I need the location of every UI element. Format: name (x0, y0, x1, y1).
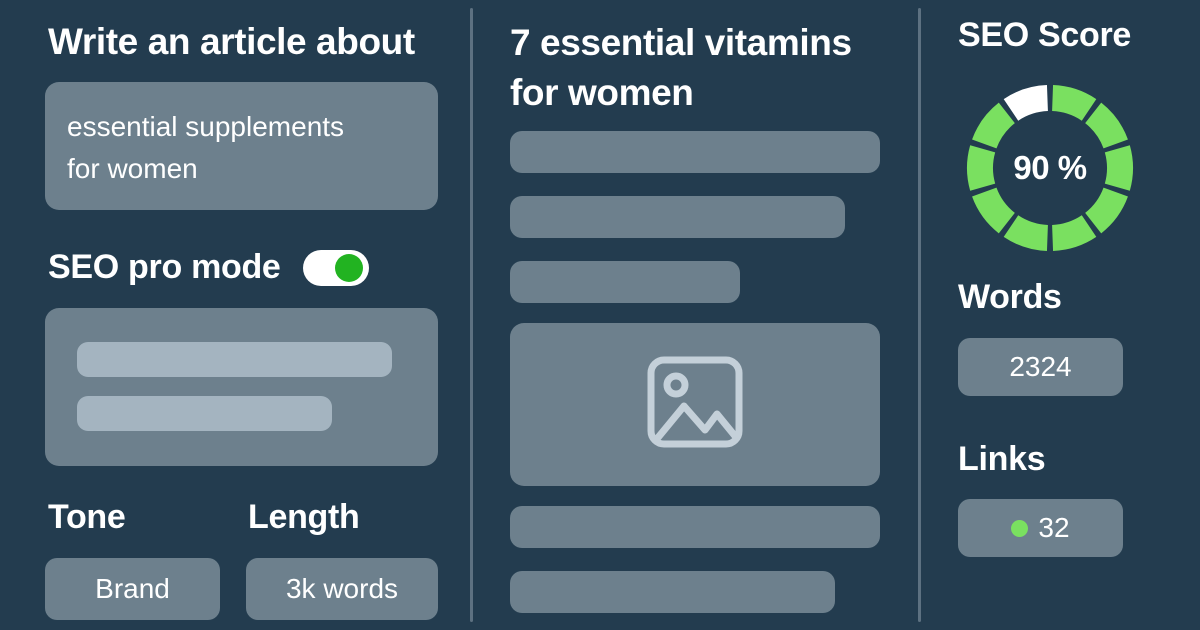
skeleton-bar (77, 396, 332, 431)
words-label: Words (958, 278, 1062, 316)
seo-pro-settings-card[interactable] (45, 308, 438, 466)
image-placeholder-icon (643, 350, 747, 459)
page-title: Write an article about (48, 21, 415, 62)
topic-input-value: essential supplements for women (67, 111, 345, 184)
article-image-block[interactable] (510, 323, 880, 486)
length-label: Length (248, 498, 360, 536)
article-preview-panel: 7 essential vitamins for women (470, 0, 918, 630)
article-title: 7 essential vitamins for women (510, 22, 852, 114)
article-text-line (510, 261, 740, 303)
toggle-knob (334, 253, 363, 282)
metrics-panel: SEO Score 90 % Words 2324 Links 32 (918, 0, 1200, 630)
article-text-line (510, 506, 880, 548)
length-value: 3k words (285, 573, 399, 604)
seo-pro-mode-label: SEO pro mode (48, 248, 281, 286)
status-dot-icon (1011, 519, 1029, 537)
tone-select[interactable]: Brand (45, 558, 220, 620)
length-select[interactable]: 3k words (246, 558, 438, 620)
skeleton-bar (77, 342, 392, 377)
links-count-badge: 32 (958, 499, 1123, 557)
app-canvas: Write an article about essential supplem… (0, 0, 1200, 630)
seo-pro-mode-row: SEO pro mode (48, 248, 369, 287)
topic-input[interactable]: essential supplements for women (45, 82, 438, 210)
links-value: 32 (1038, 512, 1070, 543)
seo-score-donut-chart: 90 % (960, 78, 1140, 258)
article-text-line (510, 196, 845, 238)
article-text-line (510, 131, 880, 173)
words-value: 2324 (1009, 351, 1072, 382)
article-text-line (510, 571, 835, 613)
words-count-badge: 2324 (958, 338, 1123, 396)
seo-score-value: 90 % (1013, 149, 1087, 186)
prompt-panel: Write an article about essential supplem… (0, 0, 470, 630)
tone-value: Brand (95, 573, 170, 604)
links-label: Links (958, 440, 1046, 478)
seo-score-label: SEO Score (958, 16, 1132, 54)
tone-label: Tone (48, 498, 126, 536)
seo-pro-mode-toggle[interactable] (302, 249, 369, 286)
